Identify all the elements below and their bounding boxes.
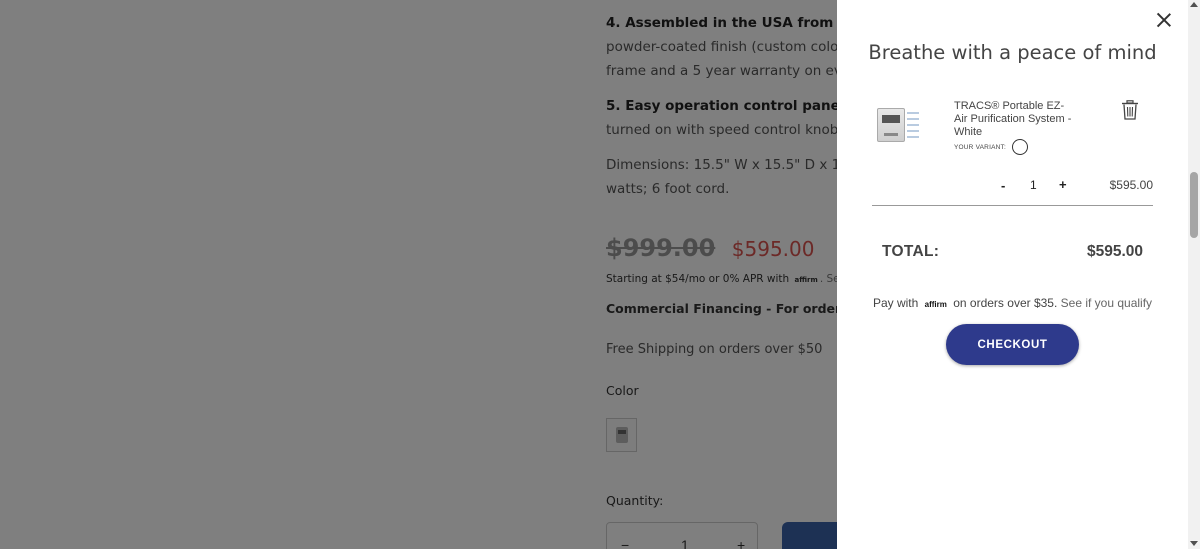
cart-qty-plus-button[interactable]: + — [1059, 177, 1067, 192]
scroll-up-arrow-icon[interactable] — [1190, 2, 1198, 7]
page-scrollbar[interactable] — [1188, 0, 1200, 549]
cart-item-variant: YOUR VARIANT: — [954, 139, 1028, 155]
variant-swatch-circle-icon — [1011, 139, 1028, 155]
total-label: TOTAL: — [882, 243, 940, 260]
trash-icon[interactable] — [1121, 100, 1139, 120]
pay-with-text: Pay with — [872, 296, 919, 310]
scrollbar-thumb[interactable] — [1190, 172, 1198, 238]
close-icon[interactable] — [1155, 11, 1173, 29]
affirm-logo: affirm — [924, 300, 947, 309]
purifier-unit-image — [877, 108, 905, 142]
cart-qty-value[interactable]: 1 — [1030, 178, 1037, 192]
see-if-you-qualify-link[interactable]: See if you qualify — [1061, 296, 1152, 310]
cart-qty-minus-button[interactable]: - — [1001, 178, 1005, 193]
product-thumbnail[interactable] — [873, 102, 921, 148]
scroll-down-arrow-icon[interactable] — [1190, 541, 1198, 546]
cart-drawer: Breathe with a peace of mind TRACS® Port… — [837, 0, 1188, 549]
affirm-pay-line: Pay with affirm on orders over $35. See … — [837, 296, 1188, 310]
pay-threshold-text: on orders over $35. — [953, 296, 1058, 310]
cart-divider — [872, 205, 1153, 206]
total-value: $595.00 — [1086, 243, 1143, 260]
cart-item-price: $595.00 — [1109, 178, 1153, 192]
filter-lines-image — [907, 108, 919, 142]
cart-item-name[interactable]: TRACS® Portable EZ-Air Purification Syst… — [954, 100, 1074, 139]
cart-title: Breathe with a peace of mind — [868, 41, 1157, 64]
checkout-button[interactable]: CHECKOUT — [946, 324, 1079, 365]
variant-label: YOUR VARIANT: — [954, 143, 1006, 151]
modal-overlay[interactable] — [0, 0, 837, 549]
